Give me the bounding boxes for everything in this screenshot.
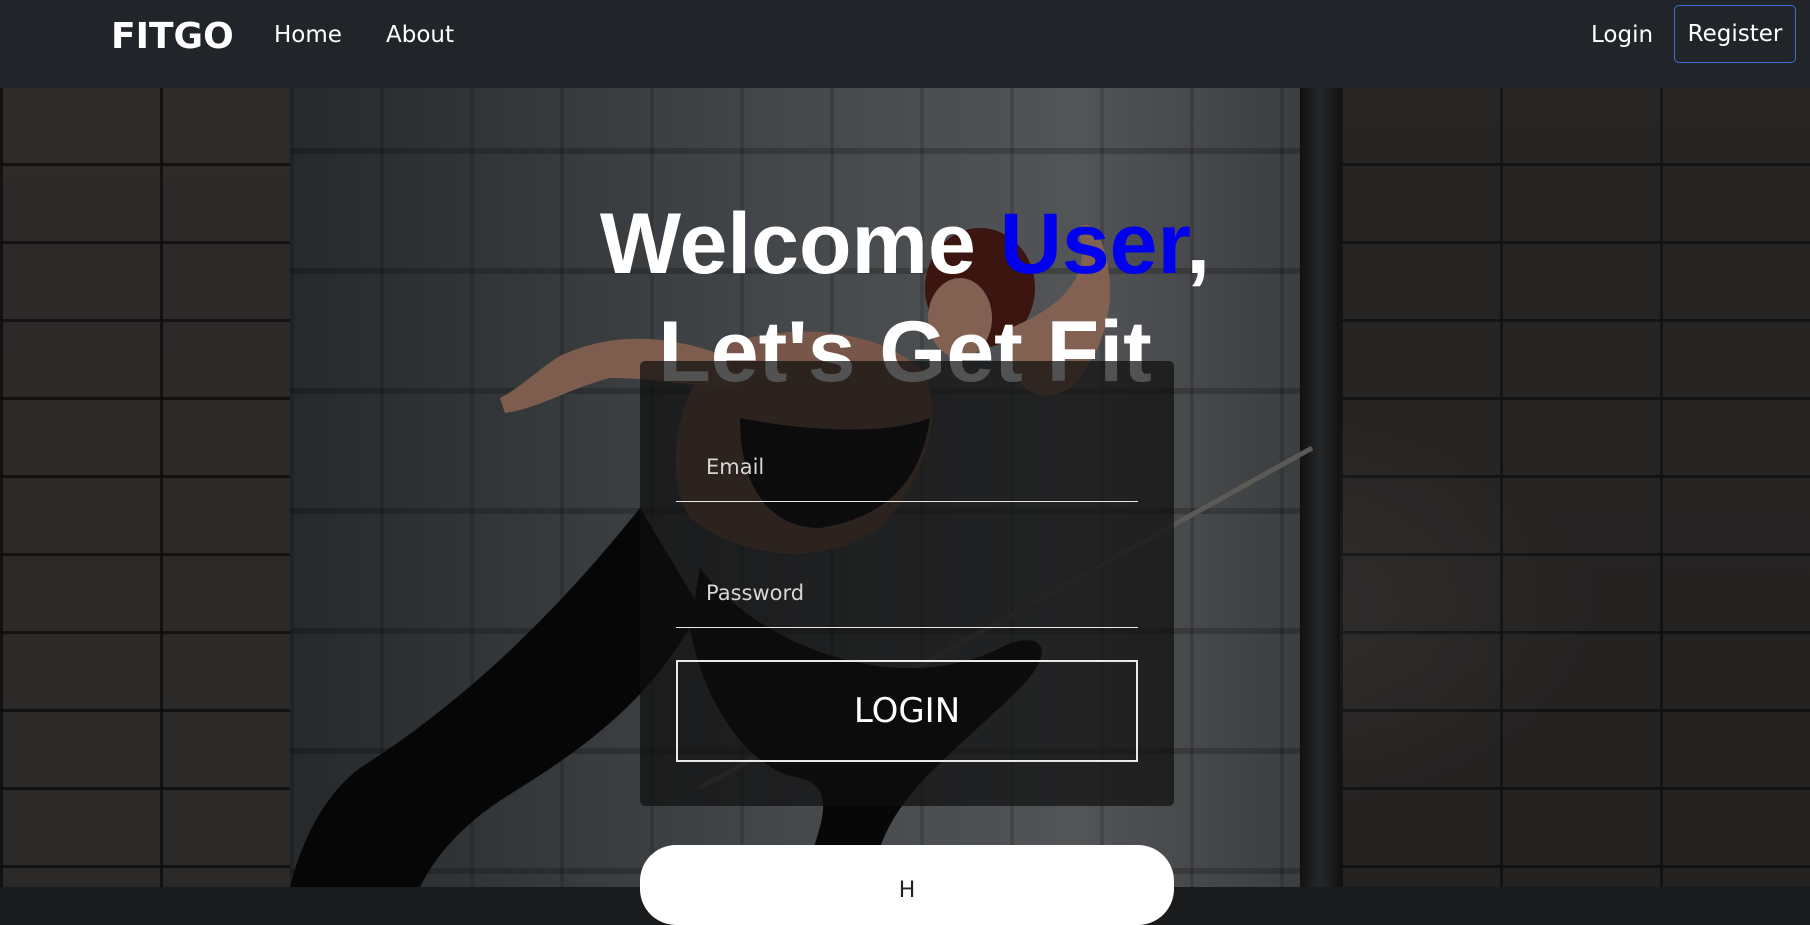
top-navbar: FITGO Home About Login Register xyxy=(0,0,1810,88)
headline-username: User xyxy=(999,195,1187,292)
nav-link-about[interactable]: About xyxy=(386,22,454,48)
email-field xyxy=(676,432,1138,502)
email-input[interactable] xyxy=(676,432,1138,501)
brand-logo[interactable]: FITGO xyxy=(111,16,234,57)
password-field xyxy=(676,558,1138,628)
login-submit-button[interactable]: LOGIN xyxy=(676,660,1138,762)
hero-headline-line1: Welcome User, xyxy=(0,192,1810,296)
nav-link-home[interactable]: Home xyxy=(274,22,342,48)
headline-welcome: Welcome xyxy=(599,195,1000,292)
secondary-card-text: H xyxy=(898,878,916,903)
register-button[interactable]: Register xyxy=(1674,5,1796,63)
password-input[interactable] xyxy=(676,558,1138,627)
headline-comma: , xyxy=(1186,195,1211,292)
secondary-card[interactable]: H xyxy=(640,845,1174,925)
nav-login-link[interactable]: Login xyxy=(1591,22,1653,48)
